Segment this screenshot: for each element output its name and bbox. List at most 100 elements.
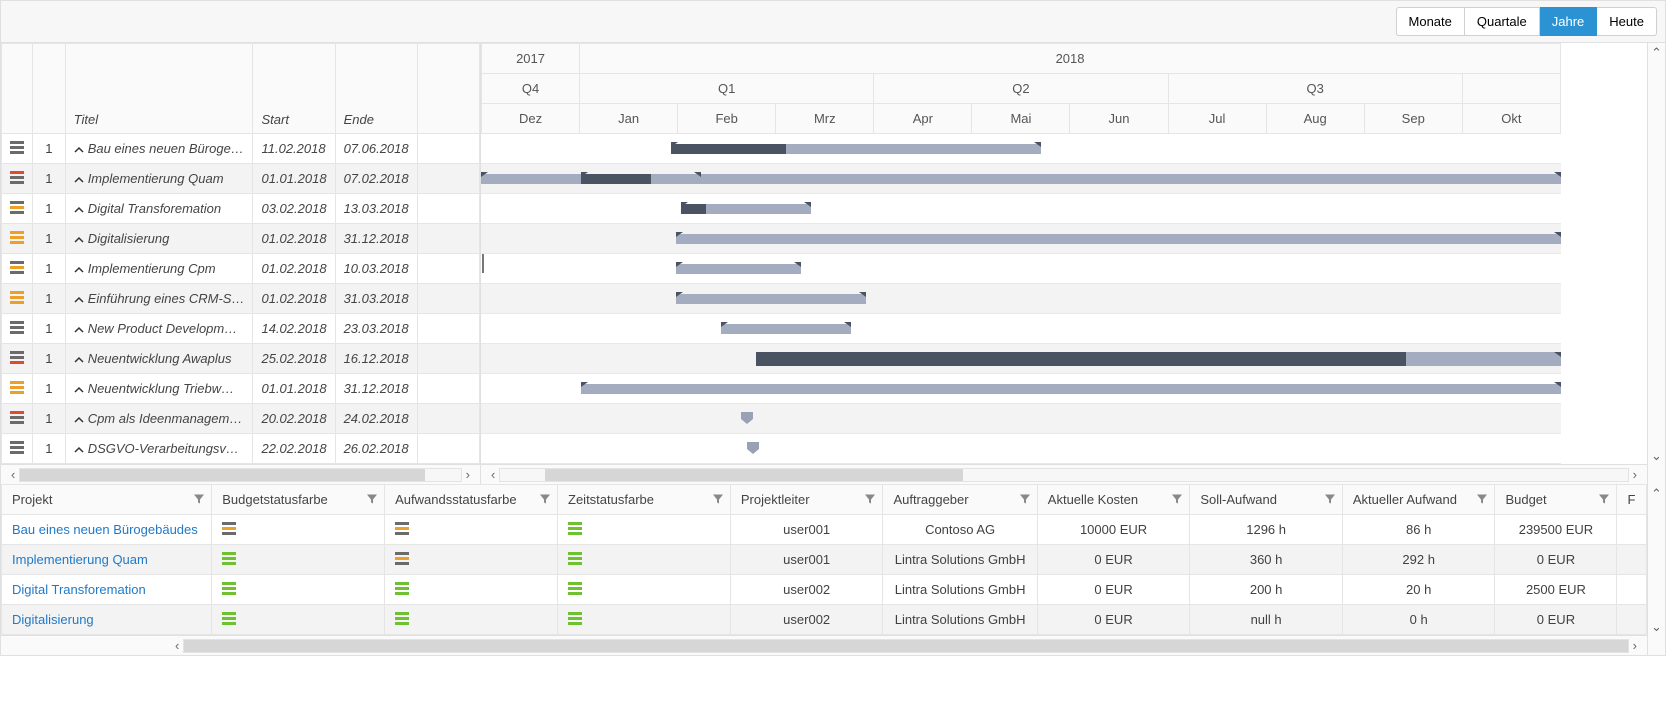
- filter-icon[interactable]: [712, 492, 724, 507]
- gantt-row[interactable]: 1 Neuentwicklung Triebw… 01.01.2018 31.1…: [2, 374, 480, 404]
- gantt-bar[interactable]: [676, 262, 801, 276]
- col-projekt[interactable]: Projekt: [2, 485, 212, 515]
- collapse-icon[interactable]: [74, 321, 84, 336]
- col-zeit[interactable]: Zeitstatusfarbe: [558, 485, 731, 515]
- lower-v-scrollbar[interactable]: ⌃ ⌄: [1647, 484, 1665, 655]
- milestone-icon[interactable]: [745, 440, 761, 459]
- project-budget: 2500 EUR: [1495, 575, 1617, 605]
- project-row[interactable]: Bau eines neuen Bürogebäudes user001 Con…: [2, 515, 1647, 545]
- heute-button[interactable]: Heute: [1597, 7, 1657, 36]
- col-ende[interactable]: Ende: [335, 44, 417, 134]
- project-budget: 0 EUR: [1495, 605, 1617, 635]
- gantt-bar[interactable]: [676, 292, 866, 306]
- scroll-up-icon[interactable]: ⌃: [1648, 43, 1665, 63]
- project-leader: user001: [730, 515, 883, 545]
- col-aufwand[interactable]: Aufwandsstatusfarbe: [385, 485, 558, 515]
- gantt-bar[interactable]: [671, 142, 1041, 156]
- gantt-v-scrollbar[interactable]: ⌃ ⌄: [1647, 43, 1665, 484]
- col-kosten[interactable]: Aktuelle Kosten: [1037, 485, 1190, 515]
- filter-icon[interactable]: [1476, 492, 1488, 507]
- filter-icon[interactable]: [539, 492, 551, 507]
- project-link[interactable]: Digitalisierung: [2, 605, 212, 635]
- collapse-icon[interactable]: [74, 201, 84, 216]
- project-row[interactable]: Implementierung Quam user001 Lintra Solu…: [2, 545, 1647, 575]
- gantt-bar[interactable]: [756, 352, 1561, 366]
- gantt-row[interactable]: 1 New Product Developm… 14.02.2018 23.03…: [2, 314, 480, 344]
- scroll-left-icon[interactable]: ‹: [7, 467, 19, 482]
- col-soll[interactable]: Soll-Aufwand: [1190, 485, 1343, 515]
- filter-icon[interactable]: [1019, 492, 1031, 507]
- row-id: 1: [33, 194, 66, 224]
- scroll-right-icon[interactable]: ›: [1629, 638, 1641, 653]
- collapse-icon[interactable]: [74, 171, 84, 186]
- col-titel[interactable]: Titel: [65, 44, 253, 134]
- gantt-row[interactable]: 1 Einführung eines CRM-S… 01.02.2018 31.…: [2, 284, 480, 314]
- col-start[interactable]: Start: [253, 44, 335, 134]
- collapse-icon[interactable]: [74, 231, 84, 246]
- row-end: 31.12.2018: [335, 224, 417, 254]
- left-h-scrollbar[interactable]: ‹ ›: [1, 464, 480, 484]
- filter-icon[interactable]: [1171, 492, 1183, 507]
- gantt-timeline[interactable]: 2017 2018 Q4 Q1 Q2 Q3 DezJanFebMrzAprMai…: [481, 43, 1647, 484]
- lower-h-scrollbar[interactable]: ‹ ›: [1, 635, 1647, 655]
- collapse-icon[interactable]: [74, 291, 84, 306]
- month-cell: Mrz: [776, 104, 874, 134]
- scroll-left-icon[interactable]: ‹: [487, 467, 499, 482]
- project-link[interactable]: Digital Transforemation: [2, 575, 212, 605]
- jahre-button[interactable]: Jahre: [1540, 7, 1598, 36]
- scroll-down-icon[interactable]: ⌄: [1648, 617, 1665, 637]
- row-start: 01.02.2018: [253, 224, 335, 254]
- project-link[interactable]: Implementierung Quam: [2, 545, 212, 575]
- gantt-bar[interactable]: [581, 172, 701, 186]
- timeline-row: [481, 284, 1561, 314]
- gantt-bar[interactable]: [676, 232, 1561, 246]
- row-title: New Product Developm…: [88, 321, 238, 336]
- scroll-right-icon[interactable]: ›: [462, 467, 474, 482]
- timeline-h-scrollbar[interactable]: ‹ ›: [481, 464, 1647, 484]
- collapse-icon[interactable]: [74, 381, 84, 396]
- gantt-row[interactable]: 1 Cpm als Ideenmanagem… 20.02.2018 24.02…: [2, 404, 480, 434]
- col-auftraggeber[interactable]: Auftraggeber: [883, 485, 1037, 515]
- gantt-row[interactable]: 1 Digitalisierung 01.02.2018 31.12.2018: [2, 224, 480, 254]
- gantt-row[interactable]: 1 DSGVO-Verarbeitungsv… 22.02.2018 26.02…: [2, 434, 480, 464]
- filter-icon[interactable]: [193, 492, 205, 507]
- scroll-up-icon[interactable]: ⌃: [1648, 484, 1665, 504]
- monate-button[interactable]: Monate: [1396, 7, 1465, 36]
- gantt-bar[interactable]: [681, 202, 811, 216]
- project-row[interactable]: Digital Transforemation user002 Lintra S…: [2, 575, 1647, 605]
- status-flag-icon: [10, 441, 24, 454]
- filter-icon[interactable]: [864, 492, 876, 507]
- col-aktuell[interactable]: Aktueller Aufwand: [1342, 485, 1495, 515]
- month-cell: Jan: [580, 104, 678, 134]
- gantt-row[interactable]: 1 Implementierung Quam 01.01.2018 07.02.…: [2, 164, 480, 194]
- row-id: 1: [33, 434, 66, 464]
- filter-icon[interactable]: [1324, 492, 1336, 507]
- timeline-row: [481, 374, 1561, 404]
- collapse-icon[interactable]: [74, 261, 84, 276]
- gantt-row[interactable]: 1 Implementierung Cpm 01.02.2018 10.03.2…: [2, 254, 480, 284]
- collapse-icon[interactable]: [74, 411, 84, 426]
- gantt-bar[interactable]: [721, 322, 851, 336]
- scroll-down-icon[interactable]: ⌄: [1648, 446, 1665, 466]
- quartale-button[interactable]: Quartale: [1465, 7, 1540, 36]
- col-budget[interactable]: Budgetstatusfarbe: [212, 485, 385, 515]
- gantt-row[interactable]: 1 Neuentwicklung Awaplus 25.02.2018 16.1…: [2, 344, 480, 374]
- row-start: 01.02.2018: [253, 254, 335, 284]
- collapse-icon[interactable]: [74, 441, 84, 456]
- filter-icon[interactable]: [366, 492, 378, 507]
- project-row[interactable]: Digitalisierung user002 Lintra Solutions…: [2, 605, 1647, 635]
- col-leiter[interactable]: Projektleiter: [730, 485, 883, 515]
- month-cell: Jul: [1168, 104, 1266, 134]
- milestone-icon[interactable]: [739, 410, 755, 429]
- collapse-icon[interactable]: [74, 351, 84, 366]
- gantt-bar[interactable]: [581, 382, 1561, 396]
- collapse-icon[interactable]: [74, 141, 84, 156]
- filter-icon[interactable]: [1598, 492, 1610, 507]
- col-budgetv[interactable]: Budget: [1495, 485, 1617, 515]
- status-flag-icon: [568, 612, 582, 625]
- project-link[interactable]: Bau eines neuen Bürogebäudes: [2, 515, 212, 545]
- gantt-row[interactable]: 1 Digital Transforemation 03.02.2018 13.…: [2, 194, 480, 224]
- gantt-row[interactable]: 1 Bau eines neuen Büroge… 11.02.2018 07.…: [2, 134, 480, 164]
- scroll-right-icon[interactable]: ›: [1629, 467, 1641, 482]
- scroll-left-icon[interactable]: ‹: [171, 638, 183, 653]
